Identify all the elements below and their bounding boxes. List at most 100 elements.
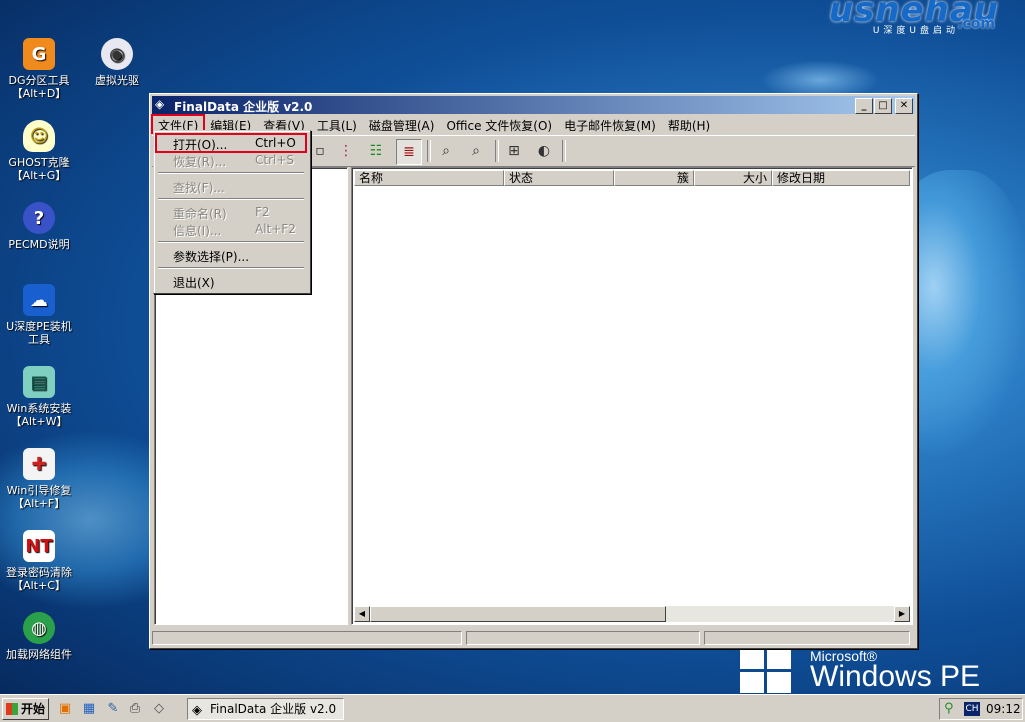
menu-item-preferences[interactable]: 参数选择(P)... <box>156 246 306 264</box>
scroll-left-icon[interactable]: ◀ <box>354 606 370 622</box>
column-size[interactable]: 大小 <box>694 170 772 186</box>
desktop-icon-boot-repair[interactable]: ✚ Win引导修复 【Alt+F】 <box>0 448 78 510</box>
toolbar-separator <box>427 140 431 162</box>
list-view-icon[interactable]: ⋮ <box>334 139 358 163</box>
windows-pe-label: Windows PE <box>810 660 981 693</box>
desktop-icon-label: 加载网络组件 <box>6 648 72 661</box>
search-icon[interactable]: ⌕ <box>434 139 458 163</box>
menu-separator <box>158 198 304 200</box>
quicklaunch-printer-icon[interactable]: ⎙ <box>126 700 144 718</box>
start-button[interactable]: 开始 <box>2 698 49 720</box>
clock[interactable]: 09:12 <box>986 702 1021 716</box>
menu-item-label: 恢复(R)... <box>173 155 227 169</box>
desktop-icon-virtual-drive[interactable]: ◉ 虚拟光驱 <box>78 38 156 87</box>
app-icon: ◈ <box>192 703 202 718</box>
column-headers: 名称 状态 簇 大小 修改日期 <box>354 170 910 186</box>
minimize-button[interactable]: _ <box>855 98 873 114</box>
installer-icon: ☁ <box>23 284 55 316</box>
menu-item-label: 查找(F)... <box>173 181 225 195</box>
menu-separator <box>158 267 304 269</box>
folder-add-icon[interactable]: ⊞ <box>502 139 526 163</box>
details-view-icon[interactable]: ≣ <box>396 139 422 165</box>
menu-item-label: 退出(X) <box>173 276 215 290</box>
column-cluster[interactable]: 簇 <box>614 170 694 186</box>
desktop-icon-sub: 【Alt+C】 <box>12 579 66 592</box>
scroll-thumb[interactable] <box>370 606 666 622</box>
start-label: 开始 <box>21 702 46 716</box>
taskbar: 开始 ▣ ▦ ✎ ⎙ ◇ ◈ FinalData 企业版 v2.0 ⚲ CH 0… <box>0 694 1025 722</box>
windows-flag-icon <box>740 648 792 694</box>
toolbar-separator <box>495 140 499 162</box>
quicklaunch-tool-icon[interactable]: ✎ <box>104 700 122 718</box>
desktop-icon-dg[interactable]: G DG分区工具 【Alt+D】 <box>0 38 78 100</box>
search-advanced-icon[interactable]: ⌕ <box>464 139 488 163</box>
desktop-icon-sub: 【Alt+W】 <box>10 415 68 428</box>
network-tray-icon[interactable]: ⚲ <box>944 701 954 716</box>
desktop-icon-label: Win系统安装 <box>6 402 72 415</box>
desktop-icon-pecmd[interactable]: ? PECMD说明 <box>0 202 78 251</box>
desktop-icon-installer[interactable]: ☁ U深度PE装机 工具 <box>0 284 78 346</box>
tree-view-icon[interactable]: ☷ <box>364 139 388 163</box>
menu-item-open[interactable]: 打开(O)... Ctrl+O <box>155 133 307 153</box>
menu-item-shortcut: Ctrl+S <box>255 153 295 167</box>
menu-item-recover[interactable]: 恢复(R)... Ctrl+S <box>156 151 306 169</box>
menu-item-label: 信息(I)... <box>173 224 222 238</box>
menu-item-rename[interactable]: 重命名(R) F2 <box>156 203 306 221</box>
scroll-right-icon[interactable]: ▶ <box>894 606 910 622</box>
maximize-button[interactable]: □ <box>874 98 892 114</box>
menu-item-find[interactable]: 查找(F)... <box>156 177 306 195</box>
desktop-icon-label: Win引导修复 <box>6 484 72 497</box>
menu-email-recovery[interactable]: 电子邮件恢复(M) <box>558 115 662 133</box>
taskbar-item-label: FinalData 企业版 v2.0 <box>210 702 337 716</box>
desktop-icon-network[interactable]: ◍ 加载网络组件 <box>0 612 78 661</box>
desktop-icon-label: PECMD说明 <box>8 238 70 251</box>
menu-item-shortcut: F2 <box>255 205 270 219</box>
column-modified-date[interactable]: 修改日期 <box>772 170 910 186</box>
desktop-icon-password-clear[interactable]: NT 登录密码清除 【Alt+C】 <box>0 530 78 592</box>
status-pane-2 <box>466 631 700 645</box>
title-bar[interactable]: ◈ FinalData 企业版 v2.0 _ □ ✕ <box>152 96 915 114</box>
desktop-icon-label: U深度PE装机 <box>6 320 72 333</box>
status-pane-3 <box>704 631 910 645</box>
preview-icon[interactable]: ◐ <box>532 139 556 163</box>
file-menu-dropdown: 打开(O)... Ctrl+O 恢复(R)... Ctrl+S 查找(F)...… <box>153 130 311 294</box>
toolbar-separator <box>562 140 566 162</box>
status-bar <box>152 630 915 646</box>
close-button[interactable]: ✕ <box>895 98 913 114</box>
desktop-icon-label: GHOST克隆 <box>8 156 70 169</box>
desktop-icon-win-install[interactable]: ▤ Win系统安装 【Alt+W】 <box>0 366 78 428</box>
system-tray: ⚲ CH 09:12 <box>939 698 1023 720</box>
ghost-icon: ☺ <box>23 120 55 152</box>
app-icon: ◈ <box>155 97 165 111</box>
taskbar-item-finaldata[interactable]: ◈ FinalData 企业版 v2.0 <box>187 698 344 720</box>
ime-indicator[interactable]: CH <box>964 702 980 716</box>
menu-disk-management[interactable]: 磁盘管理(A) <box>363 115 441 133</box>
virtual-drive-icon: ◉ <box>101 38 133 70</box>
menu-item-shortcut: Alt+F2 <box>255 222 296 236</box>
file-list-pane[interactable]: 名称 状态 簇 大小 修改日期 ◀ ▶ <box>351 167 913 625</box>
desktop-icon-label: DG分区工具 <box>8 74 70 87</box>
desktop-icon-label: 登录密码清除 <box>6 566 72 579</box>
network-icon: ◍ <box>23 612 55 644</box>
brand-logo-com: .com <box>957 16 995 32</box>
menu-help[interactable]: 帮助(H) <box>662 115 716 133</box>
desktop-icon-sub: 工具 <box>28 333 50 346</box>
desktop-icon-label: 虚拟光驱 <box>95 74 139 87</box>
quicklaunch-explorer-icon[interactable]: ▦ <box>80 700 98 718</box>
menu-tools[interactable]: 工具(L) <box>311 115 363 133</box>
menu-item-exit[interactable]: 退出(X) <box>156 272 306 290</box>
quicklaunch-folder-icon[interactable]: ▣ <box>56 700 74 718</box>
menu-item-info[interactable]: 信息(I)... Alt+F2 <box>156 220 306 238</box>
menu-item-shortcut: Ctrl+O <box>255 136 296 150</box>
column-status[interactable]: 状态 <box>504 170 614 186</box>
partition-icon: G <box>23 38 55 70</box>
menu-office-recovery[interactable]: Office 文件恢复(O) <box>440 115 558 133</box>
windows-pe-logo: Microsoft® Windows PE <box>740 646 1010 696</box>
desktop-icon-ghost[interactable]: ☺ GHOST克隆 【Alt+G】 <box>0 120 78 182</box>
column-name[interactable]: 名称 <box>354 170 504 186</box>
status-pane-1 <box>152 631 462 645</box>
menu-separator <box>158 241 304 243</box>
small-icons-icon[interactable]: ▫ <box>308 139 332 163</box>
quicklaunch-eraser-icon[interactable]: ◇ <box>150 700 168 718</box>
horizontal-scrollbar[interactable]: ◀ ▶ <box>354 606 910 622</box>
